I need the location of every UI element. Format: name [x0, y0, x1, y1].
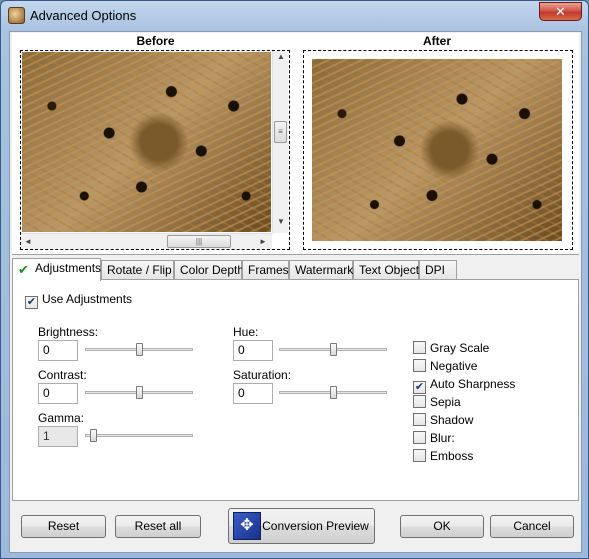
preview-area: Before After ▲ ≡ ▼ ◄ ||| ►	[12, 33, 579, 255]
brightness-slider[interactable]	[85, 343, 193, 357]
slider-thumb[interactable]	[136, 343, 143, 356]
advanced-options-window: Advanced Options ✕ Before After ▲ ≡ ▼ ◄ …	[0, 0, 589, 559]
saturation-label: Saturation:	[233, 368, 292, 382]
sepia-checkbox[interactable]: Sepia	[413, 395, 461, 409]
tab-strip: ✔ Adjustments Rotate / Flip Color Depth F…	[12, 258, 579, 281]
shadow-label: Shadow	[430, 413, 474, 427]
hue-slider[interactable]	[279, 343, 387, 357]
app-icon	[8, 7, 25, 24]
after-pane	[303, 50, 573, 250]
tab-watermark[interactable]: Watermark	[289, 260, 353, 280]
blur-label: Blur:	[430, 431, 455, 445]
contrast-input[interactable]: 0	[38, 383, 78, 404]
adjustments-panel: ✔ Use Adjustments Brightness: 0 Contrast:…	[12, 279, 579, 501]
tab-dpi[interactable]: DPI	[419, 260, 457, 280]
checkbox-box	[413, 449, 426, 462]
scroll-left-arrow-icon[interactable]: ◄	[23, 237, 33, 246]
reset-button[interactable]: Reset	[21, 515, 106, 538]
hue-label: Hue:	[233, 325, 259, 339]
checkbox-box	[413, 413, 426, 426]
cancel-button[interactable]: Cancel	[490, 515, 574, 538]
gray-scale-label: Gray Scale	[430, 341, 490, 355]
use-adjustments-label: Use Adjustments	[42, 292, 133, 306]
saturation-input[interactable]: 0	[233, 383, 273, 404]
checkbox-box	[413, 431, 426, 444]
brightness-label: Brightness:	[38, 325, 99, 339]
close-button[interactable]: ✕	[539, 2, 582, 21]
gray-scale-checkbox[interactable]: Gray Scale	[413, 341, 489, 355]
slider-thumb[interactable]	[90, 429, 97, 442]
slider-thumb[interactable]	[136, 386, 143, 399]
brightness-input[interactable]: 0	[38, 340, 78, 361]
saturation-slider[interactable]	[279, 386, 387, 400]
tab-adjustments[interactable]: ✔ Adjustments	[12, 258, 101, 281]
negative-label: Negative	[430, 359, 478, 373]
adjustments-enabled-check-icon: ✔	[18, 262, 29, 277]
hue-input[interactable]: 0	[233, 340, 273, 361]
slider-track	[85, 434, 193, 437]
emboss-checkbox[interactable]: Emboss	[413, 449, 473, 463]
negative-checkbox[interactable]: Negative	[413, 359, 477, 373]
ok-button[interactable]: OK	[400, 515, 484, 538]
contrast-label: Contrast:	[38, 368, 87, 382]
slider-thumb[interactable]	[330, 386, 337, 399]
scroll-right-arrow-icon[interactable]: ►	[258, 237, 268, 246]
blur-checkbox[interactable]: Blur:	[413, 431, 455, 445]
checkbox-box	[413, 359, 426, 372]
checkbox-box: ✔	[25, 296, 38, 309]
reset-all-button[interactable]: Reset all	[115, 515, 201, 538]
before-image	[22, 52, 271, 232]
auto-sharpness-checkbox[interactable]: ✔ Auto Sharpness	[413, 377, 515, 394]
slider-thumb[interactable]	[330, 343, 337, 356]
scroll-down-arrow-icon[interactable]: ▼	[273, 217, 289, 226]
tab-text-object[interactable]: Text Object	[353, 260, 419, 280]
conversion-preview-icon: ✥	[233, 512, 261, 540]
conversion-preview-label: Conversion Preview	[262, 519, 369, 533]
auto-sharpness-label: Auto Sharpness	[430, 377, 516, 391]
tab-frames[interactable]: Frames	[242, 260, 289, 280]
dialog-client-area: Before After ▲ ≡ ▼ ◄ ||| ► ✔ Adjustments…	[9, 31, 582, 553]
checkbox-box	[413, 341, 426, 354]
conversion-preview-button[interactable]: ✥ Conversion Preview	[228, 508, 375, 544]
before-label: Before	[136, 34, 175, 48]
shadow-checkbox[interactable]: Shadow	[413, 413, 473, 427]
after-label: After	[422, 34, 451, 48]
gamma-slider[interactable]	[85, 429, 193, 443]
scroll-up-arrow-icon[interactable]: ▲	[273, 52, 289, 61]
window-title: Advanced Options	[30, 8, 137, 23]
emboss-label: Emboss	[430, 449, 474, 463]
checkbox-box	[413, 395, 426, 408]
tab-color-depth[interactable]: Color Depth	[174, 260, 244, 280]
before-pane: ▲ ≡ ▼ ◄ ||| ►	[20, 50, 290, 250]
gamma-input[interactable]: 1	[38, 426, 78, 447]
sepia-label: Sepia	[430, 395, 461, 409]
tab-rotate-flip[interactable]: Rotate / Flip	[101, 260, 174, 280]
after-image	[312, 59, 562, 241]
before-horizontal-scrollbar[interactable]: ◄ ||| ►	[21, 233, 272, 249]
contrast-slider[interactable]	[85, 386, 193, 400]
tab-label: Adjustments	[35, 261, 102, 275]
gamma-label: Gamma:	[38, 411, 85, 425]
title-bar: Advanced Options ✕	[1, 1, 588, 31]
use-adjustments-checkbox[interactable]: ✔ Use Adjustments	[25, 292, 132, 309]
checkbox-box: ✔	[413, 381, 426, 394]
before-vertical-scrollbar[interactable]: ▲ ≡ ▼	[272, 51, 288, 233]
horizontal-scroll-thumb[interactable]: |||	[167, 235, 231, 248]
vertical-scroll-thumb[interactable]: ≡	[274, 121, 287, 143]
